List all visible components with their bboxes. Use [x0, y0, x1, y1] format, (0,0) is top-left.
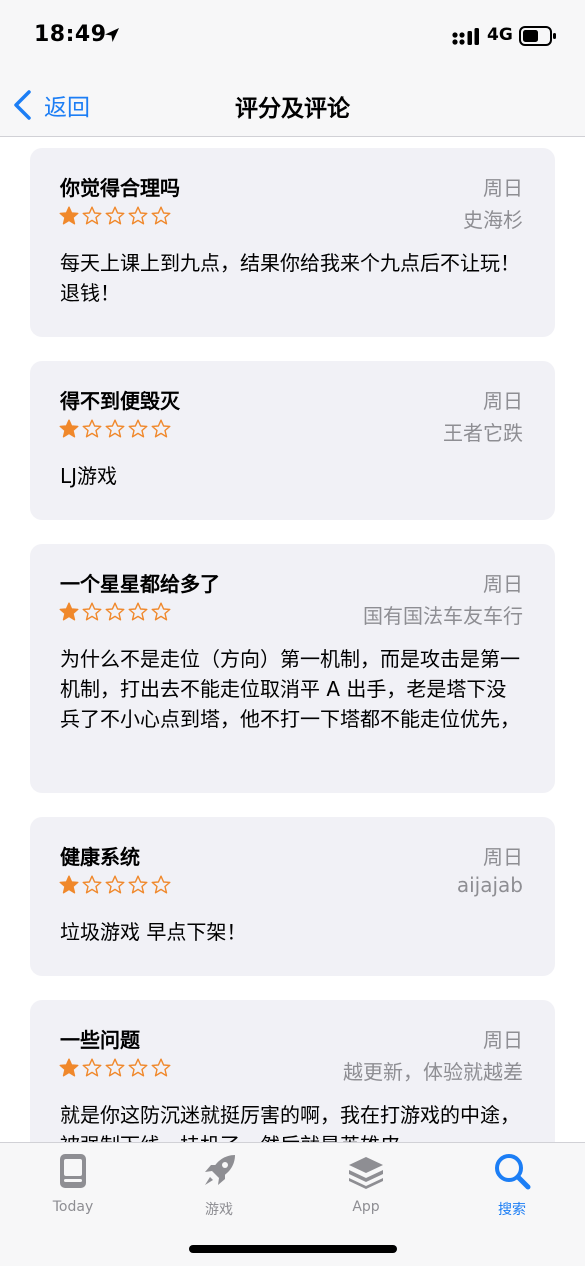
- star-rating: [59, 419, 171, 439]
- review-author: 王者它跌: [443, 421, 523, 445]
- review-card[interactable]: 一些问题 周日 越更新，体验就越差 就是你这防沉迷就挺厉害的啊，我在打游戏的中途…: [30, 1000, 555, 1142]
- battery-icon: [519, 26, 556, 46]
- star-empty-icon: [105, 206, 125, 225]
- star-filled-icon: [59, 875, 79, 894]
- star-empty-icon: [128, 206, 148, 225]
- star-empty-icon: [105, 602, 125, 621]
- star-rating: [59, 875, 171, 895]
- review-card[interactable]: 你觉得合理吗 周日 史海杉 每天上课上到九点，结果你给我来个九点后不让玩！退钱！: [30, 148, 555, 337]
- review-card[interactable]: 得不到便毁灭 周日 王者它跌 LJ游戏: [30, 361, 555, 520]
- network-type: 4G: [487, 25, 513, 45]
- review-body: 每天上课上到九点，结果你给我来个九点后不让玩！退钱！: [60, 251, 520, 305]
- review-title: 一些问题: [60, 1028, 140, 1052]
- star-filled-icon: [59, 602, 79, 621]
- star-empty-icon: [151, 206, 171, 225]
- page-title: 评分及评论: [235, 96, 350, 122]
- tab-label: 搜索: [498, 1202, 526, 1218]
- search-icon: [495, 1154, 531, 1190]
- tab-label: 游戏: [205, 1202, 233, 1218]
- star-empty-icon: [128, 602, 148, 621]
- star-empty-icon: [82, 206, 102, 225]
- star-empty-icon: [128, 1058, 148, 1077]
- review-date: 周日: [483, 572, 523, 596]
- apps-stack-icon: [349, 1157, 383, 1189]
- rocket-icon: [205, 1155, 235, 1185]
- tab-apps[interactable]: App: [316, 1151, 416, 1215]
- star-empty-icon: [82, 602, 102, 621]
- star-rating: [59, 1058, 171, 1078]
- star-filled-icon: [59, 1058, 79, 1077]
- review-body: 就是你这防沉迷就挺厉害的啊，我在打游戏的中途，被强制下线，挂机了，然后就是英雄皮: [60, 1103, 520, 1142]
- star-filled-icon: [59, 419, 79, 438]
- review-body: 垃圾游戏 早点下架！: [60, 920, 247, 944]
- tab-label: Today: [52, 1199, 94, 1215]
- star-empty-icon: [128, 419, 148, 438]
- cellular-signal-icon: [452, 28, 479, 45]
- review-author: 国有国法车友车行: [363, 604, 523, 628]
- star-empty-icon: [128, 875, 148, 894]
- star-rating: [59, 602, 171, 622]
- review-date: 周日: [483, 389, 523, 413]
- review-author: 越更新，体验就越差: [343, 1060, 523, 1084]
- home-indicator: [189, 1245, 397, 1253]
- star-empty-icon: [105, 419, 125, 438]
- review-author: 史海杉: [463, 208, 523, 232]
- star-empty-icon: [151, 875, 171, 894]
- review-list[interactable]: 你觉得合理吗 周日 史海杉 每天上课上到九点，结果你给我来个九点后不让玩！退钱！…: [0, 138, 585, 1142]
- review-date: 周日: [483, 176, 523, 200]
- star-empty-icon: [151, 602, 171, 621]
- star-empty-icon: [151, 419, 171, 438]
- status-bar: 18:49 4G: [0, 0, 585, 74]
- tab-today[interactable]: Today: [23, 1151, 123, 1215]
- review-title: 一个星星都给多了: [60, 572, 220, 596]
- review-card[interactable]: 一个星星都给多了 周日 国有国法车友车行 为什么不是走位（方向）第一机制，而是攻…: [30, 544, 555, 793]
- review-body: 为什么不是走位（方向）第一机制，而是攻击是第一机制，打出去不能走位取消平 A 出…: [60, 647, 520, 731]
- review-date: 周日: [483, 845, 523, 869]
- star-empty-icon: [82, 419, 102, 438]
- review-body: LJ游戏: [60, 464, 118, 488]
- review-title: 健康系统: [60, 845, 140, 869]
- status-time: 18:49: [34, 22, 107, 47]
- today-icon: [60, 1154, 86, 1188]
- star-filled-icon: [59, 206, 79, 225]
- tab-games[interactable]: 游戏: [169, 1151, 269, 1219]
- review-title: 得不到便毁灭: [60, 389, 180, 413]
- star-empty-icon: [151, 1058, 171, 1077]
- tab-search[interactable]: 搜索: [462, 1151, 562, 1219]
- location-arrow-icon: [105, 28, 119, 42]
- star-empty-icon: [82, 875, 102, 894]
- nav-bar: 返回 评分及评论: [0, 74, 585, 137]
- star-empty-icon: [105, 1058, 125, 1077]
- review-title: 你觉得合理吗: [60, 176, 180, 200]
- star-rating: [59, 206, 171, 226]
- star-empty-icon: [105, 875, 125, 894]
- star-empty-icon: [82, 1058, 102, 1077]
- tab-label: App: [352, 1199, 380, 1215]
- review-author: aijajab: [456, 873, 523, 897]
- review-card[interactable]: 健康系统 周日 aijajab 垃圾游戏 早点下架！: [30, 817, 555, 976]
- review-date: 周日: [483, 1028, 523, 1052]
